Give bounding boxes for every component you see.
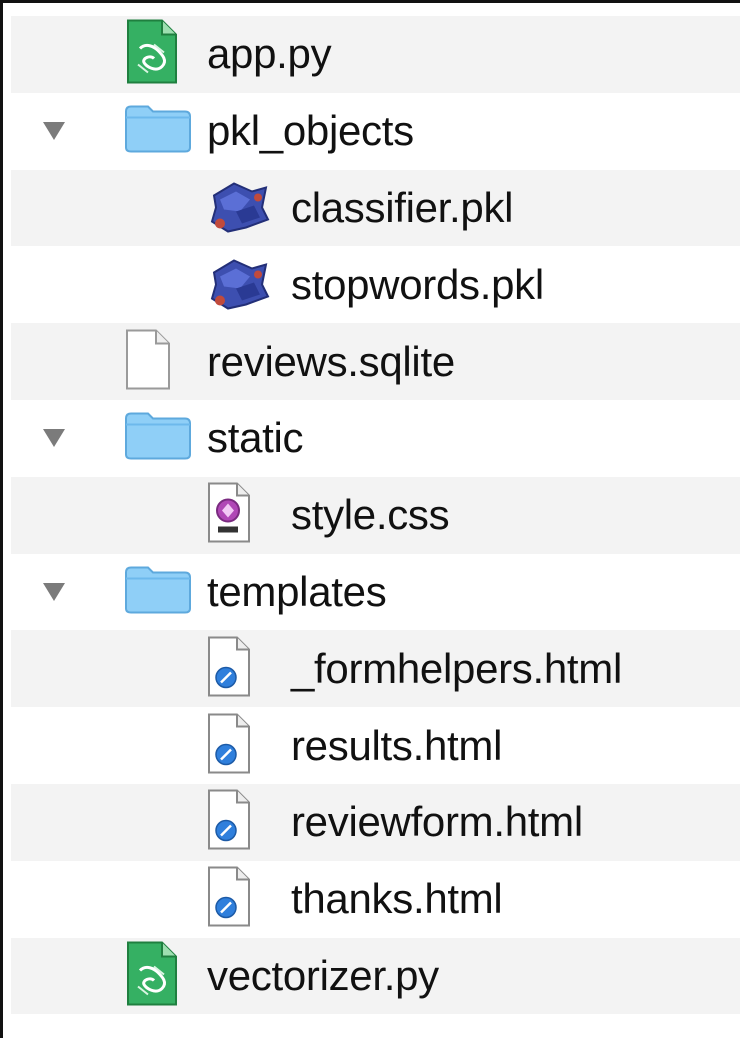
pickle-file-icon: [206, 254, 272, 315]
html-file-icon: [206, 712, 252, 779]
file-name-label: reviewform.html: [291, 798, 583, 846]
tree-row-child[interactable]: thanks.html: [11, 861, 740, 938]
folder-icon: [124, 104, 192, 159]
file-name-label: pkl_objects: [207, 107, 414, 155]
disclosure-triangle-icon[interactable]: [43, 122, 65, 141]
tree-row-child[interactable]: style.css: [11, 476, 740, 554]
tree-row[interactable]: static: [11, 400, 740, 477]
file-name-label: thanks.html: [291, 875, 503, 923]
file-name-label: _formhelpers.html: [291, 644, 623, 692]
disclosure-triangle-icon[interactable]: [43, 429, 65, 448]
tree-row[interactable]: pkl_objects: [11, 93, 740, 170]
folder-icon: [124, 564, 192, 619]
file-name-label: app.py: [207, 30, 332, 78]
file-name-label: reviews.sqlite: [207, 337, 455, 385]
css-file-icon: [206, 482, 252, 549]
file-name-label: style.css: [291, 491, 450, 539]
html-file-icon: [206, 789, 252, 856]
pickle-file-icon: [206, 177, 272, 238]
file-name-label: stopwords.pkl: [291, 260, 544, 308]
file-name-label: classifier.pkl: [291, 183, 514, 231]
tree-row[interactable]: reviews.sqlite: [11, 323, 740, 400]
html-file-icon: [206, 635, 252, 702]
blank-document-icon: [124, 328, 172, 395]
tree-row[interactable]: vectorizer.py: [11, 937, 740, 1015]
python-file-icon: [124, 940, 180, 1011]
tree-row-child[interactable]: _formhelpers.html: [11, 630, 740, 708]
tree-row[interactable]: templates: [11, 554, 740, 631]
tree-row-child[interactable]: classifier.pkl: [11, 169, 740, 247]
tree-row[interactable]: app.py: [11, 16, 740, 93]
tree-row-child[interactable]: reviewform.html: [11, 783, 740, 861]
file-name-label: results.html: [291, 721, 503, 769]
finder-window: app.py pkl_objects classifier.pkl stopwords…: [0, 0, 740, 1038]
python-file-icon: [124, 19, 180, 90]
file-tree: app.py pkl_objects classifier.pkl stopwords…: [11, 16, 740, 1015]
tree-row-child[interactable]: stopwords.pkl: [11, 246, 740, 323]
html-file-icon: [206, 866, 252, 933]
file-name-label: templates: [207, 567, 387, 615]
disclosure-triangle-icon[interactable]: [43, 582, 65, 601]
file-name-label: vectorizer.py: [207, 951, 439, 999]
file-name-label: static: [207, 414, 304, 462]
tree-row-child[interactable]: results.html: [11, 707, 740, 784]
folder-icon: [124, 411, 192, 466]
